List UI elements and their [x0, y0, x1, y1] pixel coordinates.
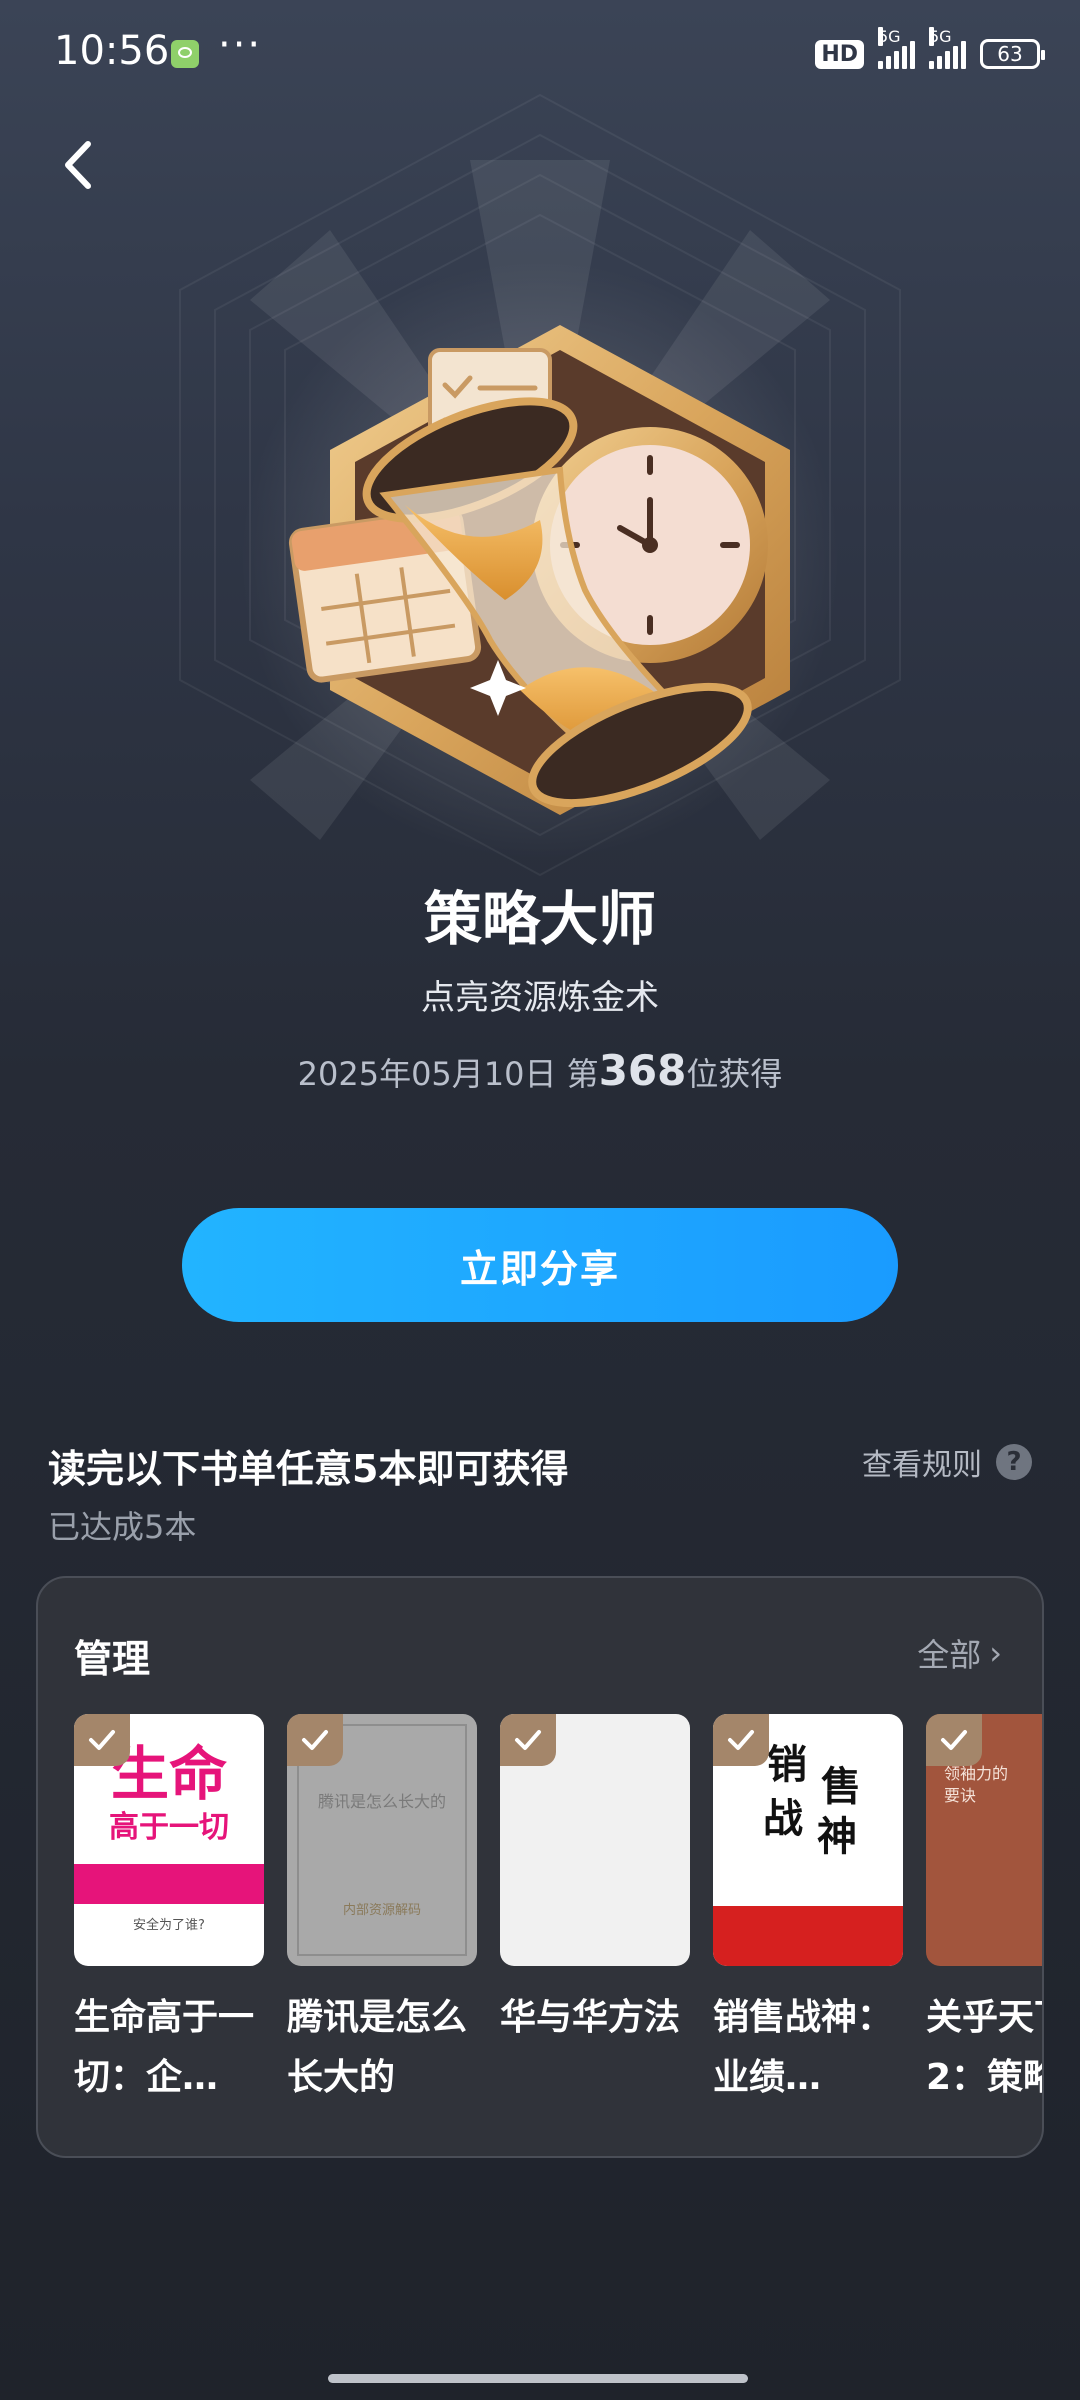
read-check-badge — [287, 1714, 343, 1766]
book-item[interactable]: 生命 高于一切 安全为了谁? 生命高于一切：企… — [74, 1714, 264, 2108]
book-cover — [500, 1714, 690, 1966]
earned-rank-suffix: 位获得 — [686, 1055, 783, 1093]
book-title: 生命高于一切：企… — [74, 1997, 255, 2098]
home-indicator[interactable] — [328, 2374, 748, 2383]
check-icon — [302, 1730, 328, 1750]
book-title: 关乎天下2：策略 — [926, 1997, 1042, 2098]
help-icon: ? — [996, 1444, 1032, 1480]
read-check-badge — [500, 1714, 556, 1766]
badge-earned-info: 2025年05月10日 第368位获得 — [0, 1046, 1080, 1095]
read-check-badge — [926, 1714, 982, 1766]
check-icon — [728, 1730, 754, 1750]
book-cover: 领袖力的 要诀 — [926, 1714, 1042, 1966]
book-title: 销售战神：业绩… — [713, 1997, 894, 2098]
task-progress: 已达成5本 — [48, 1508, 197, 1546]
task-title: 读完以下书单任意5本即可获得 — [48, 1447, 569, 1491]
book-cover: 生命 高于一切 安全为了谁? — [74, 1714, 264, 1966]
read-check-badge — [74, 1714, 130, 1766]
check-icon — [941, 1730, 967, 1750]
earned-rank: 368 — [598, 1046, 687, 1095]
book-item[interactable]: 腾讯是怎么长大的 内部资源解码 腾讯是怎么长大的 — [287, 1714, 477, 2108]
book-title: 腾讯是怎么长大的 — [287, 1997, 468, 2098]
badge-illustration — [179, 93, 901, 877]
book-item[interactable]: 销 售 战 神 销售战神：业绩… — [713, 1714, 903, 2108]
book-cover: 腾讯是怎么长大的 内部资源解码 — [287, 1714, 477, 1966]
book-item[interactable]: 领袖力的 要诀 关乎天下2：策略 — [926, 1714, 1042, 2108]
chevron-right-icon: › — [989, 1634, 1002, 1672]
check-icon — [89, 1730, 115, 1750]
share-button[interactable]: 立即分享 — [182, 1208, 898, 1322]
view-all-link[interactable]: 全部 › — [917, 1630, 1002, 1676]
book-title: 华与华方法 — [500, 1997, 681, 2038]
booklist-card: 管理 全部 › 生命 高于一切 安全为了谁? 生命高于一切：企… 腾讯是怎么长大… — [36, 1576, 1044, 2158]
badge-title: 策略大师 — [423, 885, 656, 953]
book-item[interactable]: 华与华方法 — [500, 1714, 690, 2048]
book-cover: 销 售 战 神 — [713, 1714, 903, 1966]
booklist-title: 管理 — [74, 1637, 151, 1681]
book-list: 生命 高于一切 安全为了谁? 生命高于一切：企… 腾讯是怎么长大的 内部资源解码… — [74, 1714, 1042, 2134]
badge-subtitle: 点亮资源炼金术 — [421, 978, 659, 1018]
view-all-label: 全部 — [917, 1636, 982, 1674]
earned-date: 2025年05月10日 第 — [297, 1055, 599, 1093]
view-rules-link[interactable]: 查看规则 ? — [862, 1440, 1032, 1484]
check-icon — [515, 1730, 541, 1750]
view-rules-label: 查看规则 — [862, 1448, 982, 1483]
read-check-badge — [713, 1714, 769, 1766]
